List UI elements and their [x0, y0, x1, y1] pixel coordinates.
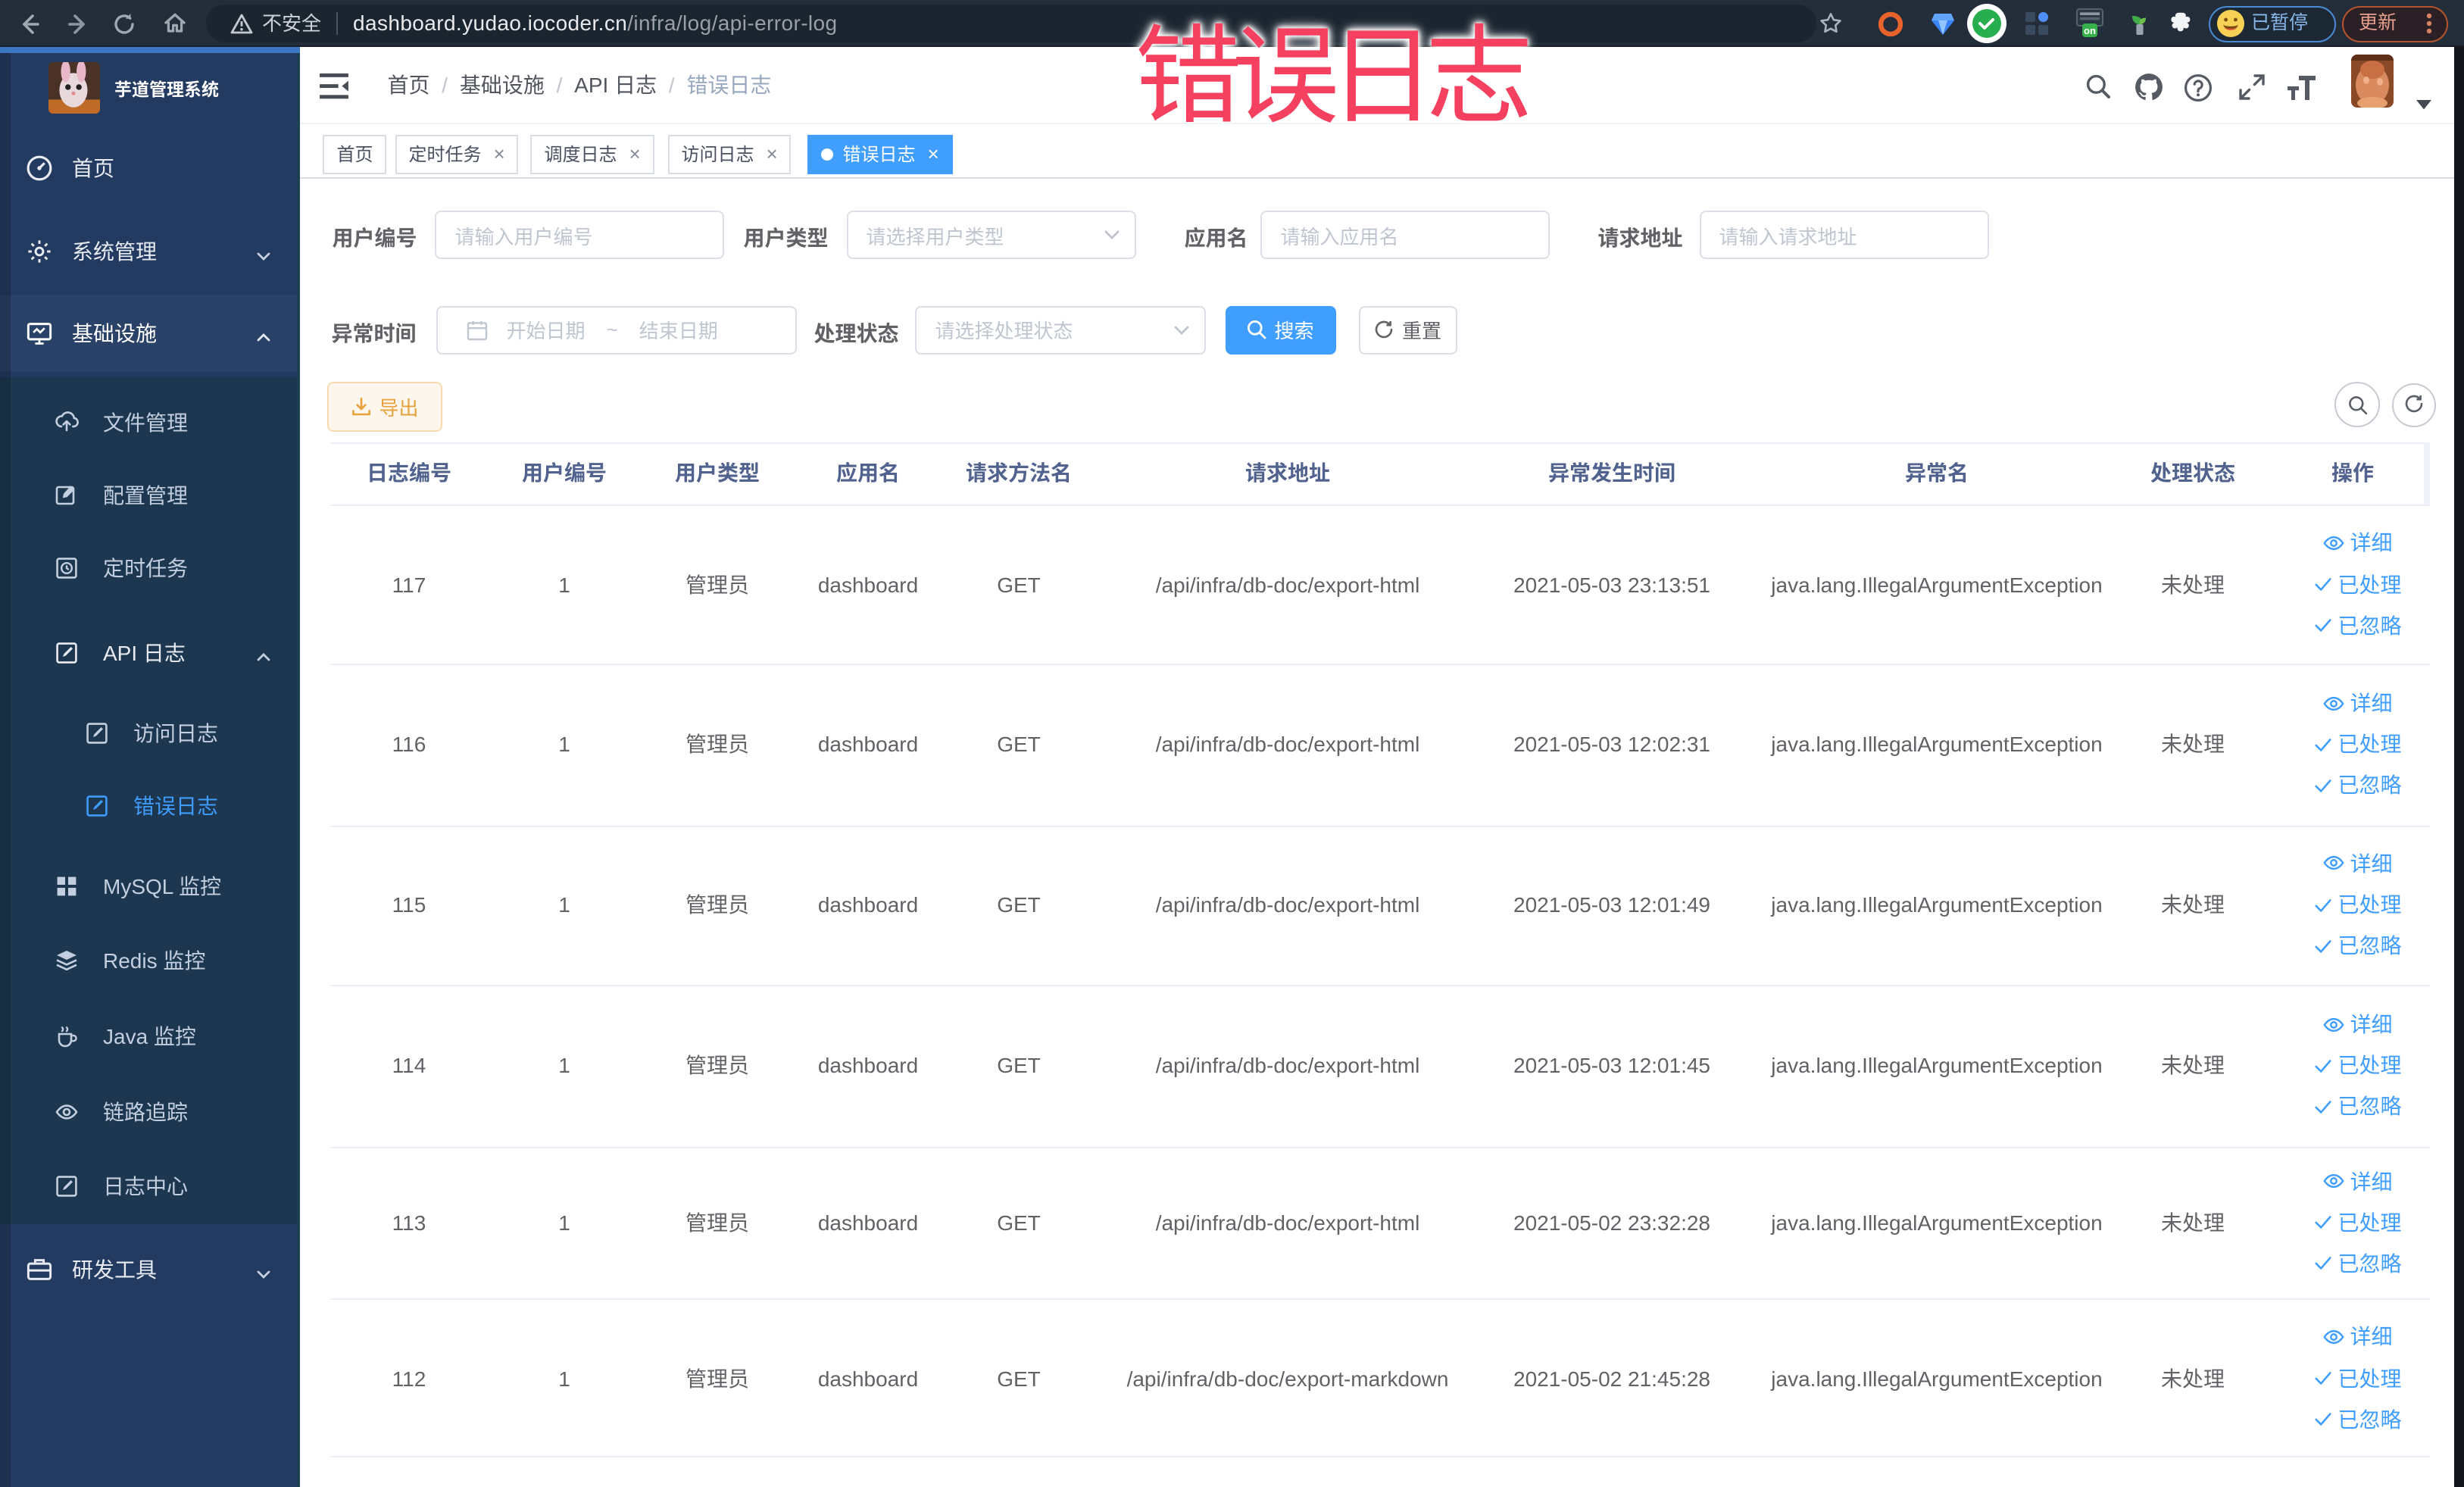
svg-text:on: on [2084, 25, 2096, 36]
